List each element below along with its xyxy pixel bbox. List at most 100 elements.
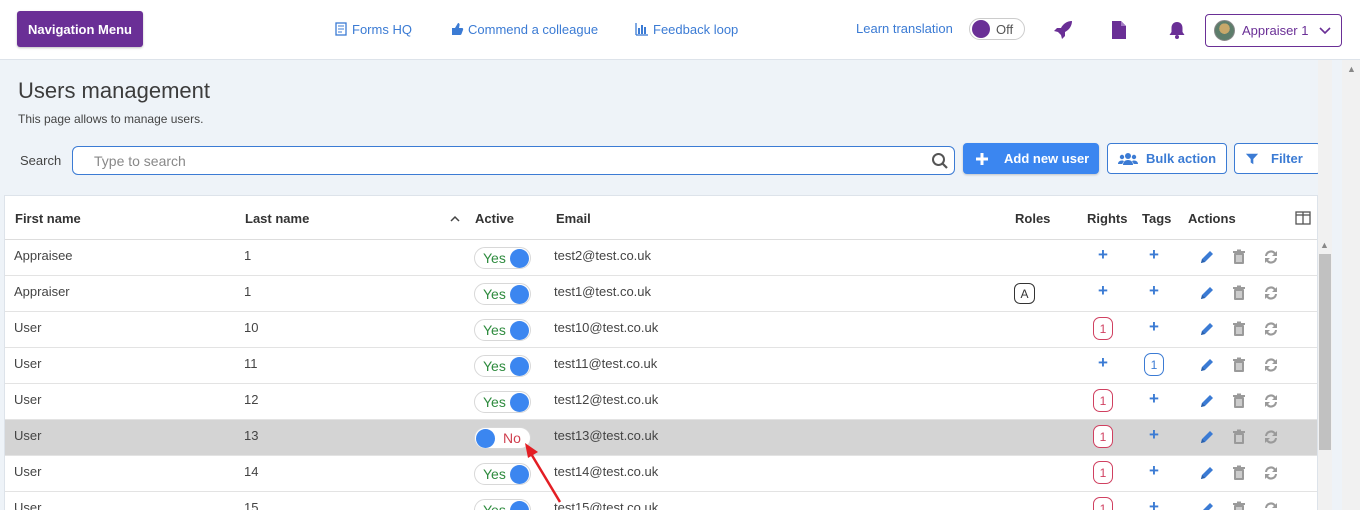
toggle-knob <box>510 248 529 268</box>
delete-trash-icon[interactable] <box>1230 500 1248 510</box>
delete-trash-icon[interactable] <box>1230 464 1248 482</box>
add-tag-icon[interactable]: + <box>1147 426 1161 443</box>
edit-pencil-icon[interactable] <box>1198 464 1216 482</box>
add-tag-icon[interactable]: + <box>1147 282 1161 299</box>
table-row[interactable]: Appraiser 1 Yes test1@test.co.uk A + + <box>5 276 1317 312</box>
rights-badge[interactable]: 1 <box>1093 425 1113 448</box>
active-toggle[interactable]: Yes <box>474 283 531 305</box>
top-bar: Navigation Menu Forms HQ Commend a colle… <box>0 0 1360 60</box>
rights-badge[interactable]: 1 <box>1093 389 1113 412</box>
toggle-knob <box>972 20 990 38</box>
add-tag-icon[interactable]: + <box>1147 318 1161 335</box>
cell-last-name: 1 <box>244 284 252 299</box>
active-toggle-label: No <box>503 430 521 446</box>
sync-icon[interactable] <box>1262 392 1280 410</box>
filter-button[interactable]: Filter <box>1234 143 1321 174</box>
active-toggle[interactable]: Yes <box>474 355 531 377</box>
sort-ascending-icon[interactable] <box>450 215 460 222</box>
add-tag-icon[interactable]: + <box>1147 246 1161 263</box>
delete-trash-icon[interactable] <box>1230 284 1248 302</box>
column-last-name[interactable]: Last name <box>245 211 309 226</box>
column-email[interactable]: Email <box>556 211 591 226</box>
bulk-action-button[interactable]: Bulk action <box>1107 143 1227 174</box>
edit-pencil-icon[interactable] <box>1198 428 1216 446</box>
cell-email: test1@test.co.uk <box>554 284 652 299</box>
delete-trash-icon[interactable] <box>1230 320 1248 338</box>
edit-pencil-icon[interactable] <box>1198 248 1216 266</box>
commend-colleague-link[interactable]: Commend a colleague <box>450 20 598 38</box>
table-row[interactable]: User 12 Yes test12@test.co.uk 1 + <box>5 384 1317 420</box>
toggle-knob <box>510 356 529 376</box>
active-toggle-label: Yes <box>483 502 506 510</box>
column-roles[interactable]: Roles <box>1015 211 1050 226</box>
scroll-up-arrow-icon[interactable]: ▲ <box>1320 240 1329 250</box>
role-badge[interactable]: A <box>1014 283 1035 304</box>
rights-badge[interactable]: 1 <box>1093 497 1113 510</box>
active-toggle[interactable]: Yes <box>474 391 531 413</box>
translation-toggle[interactable]: Off <box>969 18 1025 40</box>
search-input[interactable] <box>73 147 913 174</box>
sync-icon[interactable] <box>1262 248 1280 266</box>
rights-badge[interactable]: 1 <box>1093 317 1113 340</box>
document-icon[interactable] <box>1107 18 1131 42</box>
table-row[interactable]: Appraisee 1 Yes test2@test.co.uk + + <box>5 240 1317 276</box>
forms-hq-link[interactable]: Forms HQ <box>334 20 412 38</box>
users-group-icon <box>1118 152 1138 165</box>
table-row[interactable]: User 13 No test13@test.co.uk 1 + <box>5 420 1317 456</box>
column-active[interactable]: Active <box>475 211 514 226</box>
sync-icon[interactable] <box>1262 356 1280 374</box>
table-row[interactable]: User 11 Yes test11@test.co.uk +1 <box>5 348 1317 384</box>
rights-badge[interactable]: 1 <box>1093 461 1113 484</box>
active-toggle[interactable]: Yes <box>474 247 531 269</box>
rocket-icon[interactable] <box>1051 18 1075 42</box>
tags-badge[interactable]: 1 <box>1144 353 1164 376</box>
sync-icon[interactable] <box>1262 464 1280 482</box>
table-scroll-thumb[interactable] <box>1319 254 1331 450</box>
page-scroll-up-arrow-icon[interactable]: ▲ <box>1347 64 1356 74</box>
add-new-user-button[interactable]: Add new user <box>963 143 1099 174</box>
feedback-loop-link[interactable]: Feedback loop <box>635 20 738 38</box>
edit-pencil-icon[interactable] <box>1198 356 1216 374</box>
add-right-icon[interactable]: + <box>1096 282 1110 299</box>
edit-pencil-icon[interactable] <box>1198 500 1216 510</box>
add-tag-icon[interactable]: + <box>1147 390 1161 407</box>
column-tags[interactable]: Tags <box>1142 211 1171 226</box>
sync-icon[interactable] <box>1262 284 1280 302</box>
sync-icon[interactable] <box>1262 320 1280 338</box>
active-toggle[interactable]: Yes <box>474 319 531 341</box>
forms-hq-label: Forms HQ <box>352 21 412 37</box>
table-row[interactable]: User 10 Yes test10@test.co.uk 1 + <box>5 312 1317 348</box>
edit-pencil-icon[interactable] <box>1198 392 1216 410</box>
sync-icon[interactable] <box>1262 428 1280 446</box>
add-tag-icon[interactable]: + <box>1147 462 1161 479</box>
user-menu-label: Appraiser 1 <box>1242 23 1309 38</box>
active-toggle-label: Yes <box>483 322 506 338</box>
table-row[interactable]: User 14 Yes test14@test.co.uk 1 + <box>5 456 1317 492</box>
cell-first-name: User <box>14 500 42 510</box>
cell-email: test11@test.co.uk <box>554 356 658 371</box>
add-tag-icon[interactable]: + <box>1147 498 1161 510</box>
add-right-icon[interactable]: + <box>1096 246 1110 263</box>
add-right-icon[interactable]: + <box>1096 354 1110 371</box>
user-menu-dropdown[interactable]: Appraiser 1 <box>1205 14 1342 47</box>
translation-toggle-state: Off <box>996 21 1014 37</box>
page-scrollbar[interactable] <box>1342 60 1360 510</box>
bell-icon[interactable] <box>1165 18 1189 42</box>
delete-trash-icon[interactable] <box>1230 248 1248 266</box>
edit-pencil-icon[interactable] <box>1198 320 1216 338</box>
edit-pencil-icon[interactable] <box>1198 284 1216 302</box>
bulk-action-label: Bulk action <box>1146 151 1217 166</box>
search-icon[interactable] <box>931 152 949 170</box>
delete-trash-icon[interactable] <box>1230 392 1248 410</box>
cell-first-name: User <box>14 392 42 407</box>
navigation-menu-button[interactable]: Navigation Menu <box>17 11 143 47</box>
delete-trash-icon[interactable] <box>1230 428 1248 446</box>
table-row[interactable]: User 15 Yes test15@test.co.uk 1 + <box>5 492 1317 510</box>
delete-trash-icon[interactable] <box>1230 356 1248 374</box>
column-rights[interactable]: Rights <box>1087 211 1127 226</box>
column-first-name[interactable]: First name <box>15 211 81 226</box>
sync-icon[interactable] <box>1262 500 1280 510</box>
toggle-knob <box>476 428 495 448</box>
columns-toggle-icon[interactable] <box>1295 211 1311 225</box>
active-toggle-label: Yes <box>483 394 506 410</box>
